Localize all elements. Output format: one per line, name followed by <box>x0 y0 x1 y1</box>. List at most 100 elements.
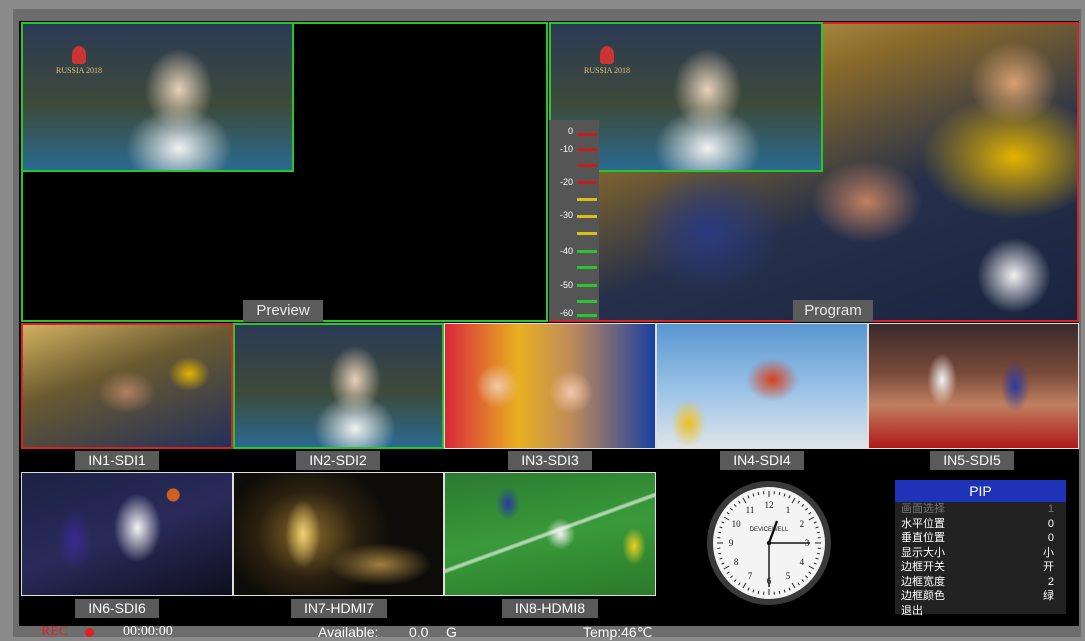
clock-tick <box>778 492 781 496</box>
pip-row-value: 绿 <box>1043 590 1054 602</box>
input-6-label: IN6-SDI6 <box>75 599 159 618</box>
clock-numeral: 7 <box>748 571 753 581</box>
meter-bar <box>577 198 597 201</box>
tournament-logo: RUSSIA 2018 <box>49 46 109 75</box>
clock-tick <box>721 562 725 565</box>
clock-tick <box>797 500 800 504</box>
clock-tick <box>783 493 786 497</box>
clock-tick <box>788 587 791 591</box>
clock-tick <box>788 495 791 499</box>
clock-tick <box>815 526 819 529</box>
clock-tick <box>730 507 733 511</box>
input-2-label: IN2-SDI2 <box>296 451 380 470</box>
input-1-label: IN1-SDI1 <box>75 451 159 470</box>
meter-scale-label: 0 <box>567 126 573 136</box>
pip-row-value: 1 <box>1047 503 1054 515</box>
pip-menu-row[interactable]: 边框开关 开 <box>895 560 1066 575</box>
meter-bar <box>577 181 597 184</box>
input-5-label: IN5-SDI5 <box>930 451 1014 470</box>
clock-tick <box>719 526 723 529</box>
clock-tick <box>733 504 737 507</box>
rec-indicator[interactable]: REC <box>41 623 68 641</box>
clock-tick <box>813 521 817 524</box>
clock-tick <box>813 562 817 565</box>
clock-tick <box>742 497 747 504</box>
pip-row-value: 0 <box>1047 517 1054 530</box>
meter-scale-label: -10 <box>559 144 573 154</box>
clock-tick <box>721 521 725 524</box>
clock-tick <box>808 512 812 515</box>
meter-scale-label: -60 <box>559 308 573 318</box>
input-6-thumbnail[interactable] <box>21 472 233 596</box>
rec-timecode: 00:00:00 <box>123 624 173 639</box>
meter-bar <box>577 300 597 303</box>
clock-numeral: 11 <box>746 505 755 515</box>
pip-menu-row[interactable]: 显示大小 小 <box>895 546 1066 561</box>
clock-tick <box>733 579 737 582</box>
input-5-thumbnail[interactable] <box>868 323 1079 449</box>
clock-tick <box>752 589 755 593</box>
meter-bar <box>577 314 597 317</box>
clock-tick <box>797 582 800 586</box>
clock-tick <box>805 575 808 579</box>
pip-row-label: 边框颜色 <box>901 590 945 602</box>
clock-tick <box>730 575 733 579</box>
input-1-thumbnail[interactable] <box>21 323 233 449</box>
clock-numeral: 10 <box>732 519 742 529</box>
meter-bar <box>577 284 597 287</box>
pip-menu-row[interactable]: 垂直位置 0 <box>895 531 1066 546</box>
meter-bar <box>577 215 597 218</box>
temperature-readout: Temp:46℃ <box>583 624 653 640</box>
input-4-label: IN4-SDI4 <box>720 451 804 470</box>
pip-row-label: 画面选择 <box>901 503 945 515</box>
input-7-thumbnail[interactable] <box>233 472 444 596</box>
meter-bar <box>577 164 597 167</box>
clock-pivot <box>766 540 772 546</box>
program-label: Program <box>793 300 873 322</box>
clock-dial: 121234567891011 DEVICEWELL <box>717 491 821 595</box>
clock-numeral: 2 <box>800 519 805 529</box>
clock-tick <box>718 552 722 555</box>
clock-face: 121234567891011 DEVICEWELL <box>713 487 825 599</box>
clock-tick <box>816 552 820 555</box>
pip-menu-row[interactable]: 画面选择 1 <box>895 502 1066 517</box>
input-2-thumbnail[interactable] <box>233 323 444 449</box>
clock-tick <box>808 516 815 521</box>
clock-tick <box>719 557 723 560</box>
meter-scale-label: -20 <box>559 177 573 187</box>
clock-tick <box>778 590 781 594</box>
input-4-thumbnail[interactable] <box>656 323 868 449</box>
clock-tick <box>747 587 750 591</box>
clock-tick <box>726 512 730 515</box>
tournament-logo: RUSSIA 2018 <box>577 46 637 75</box>
available-label: Available: <box>318 624 379 640</box>
pip-row-label: 垂直位置 <box>901 532 945 544</box>
pip-row-value: 0 <box>1047 532 1054 544</box>
clock-tick <box>791 497 796 504</box>
pip-menu-exit[interactable]: 退出 <box>895 604 1066 619</box>
clock-tick <box>718 531 722 534</box>
clock-numeral: 8 <box>734 557 739 567</box>
input-8-thumbnail[interactable] <box>444 472 656 596</box>
meter-scale-label: -40 <box>559 246 573 256</box>
pip-menu-row[interactable]: 边框颜色 绿 <box>895 589 1066 604</box>
clock-numeral: 5 <box>786 571 791 581</box>
clock-tick <box>815 557 819 560</box>
meter-bar <box>577 133 597 136</box>
pip-menu-title: PIP <box>895 480 1066 502</box>
available-unit: G <box>446 624 457 640</box>
clock-tick <box>757 590 760 594</box>
input-3-thumbnail[interactable] <box>444 323 656 449</box>
clock-tick <box>726 571 730 574</box>
clock-tick <box>805 507 808 511</box>
pip-row-value: 2 <box>1047 575 1054 588</box>
meter-scale-label: -30 <box>559 210 573 220</box>
pip-menu-row[interactable]: 边框宽度 2 <box>895 575 1066 590</box>
clock-tick <box>757 492 760 496</box>
pip-row-value: 小 <box>1043 546 1054 559</box>
preview-pip-thumbnail: RUSSIA 2018 <box>21 22 294 172</box>
pip-menu-row[interactable]: 水平位置 0 <box>895 517 1066 532</box>
rec-dot-icon <box>85 628 94 637</box>
pip-menu[interactable]: PIP 画面选择 1 水平位置 0 垂直位置 0 显示大小小 边框开关开 边框宽度 2 … <box>895 480 1066 617</box>
analog-clock: 121234567891011 DEVICEWELL <box>707 481 831 605</box>
